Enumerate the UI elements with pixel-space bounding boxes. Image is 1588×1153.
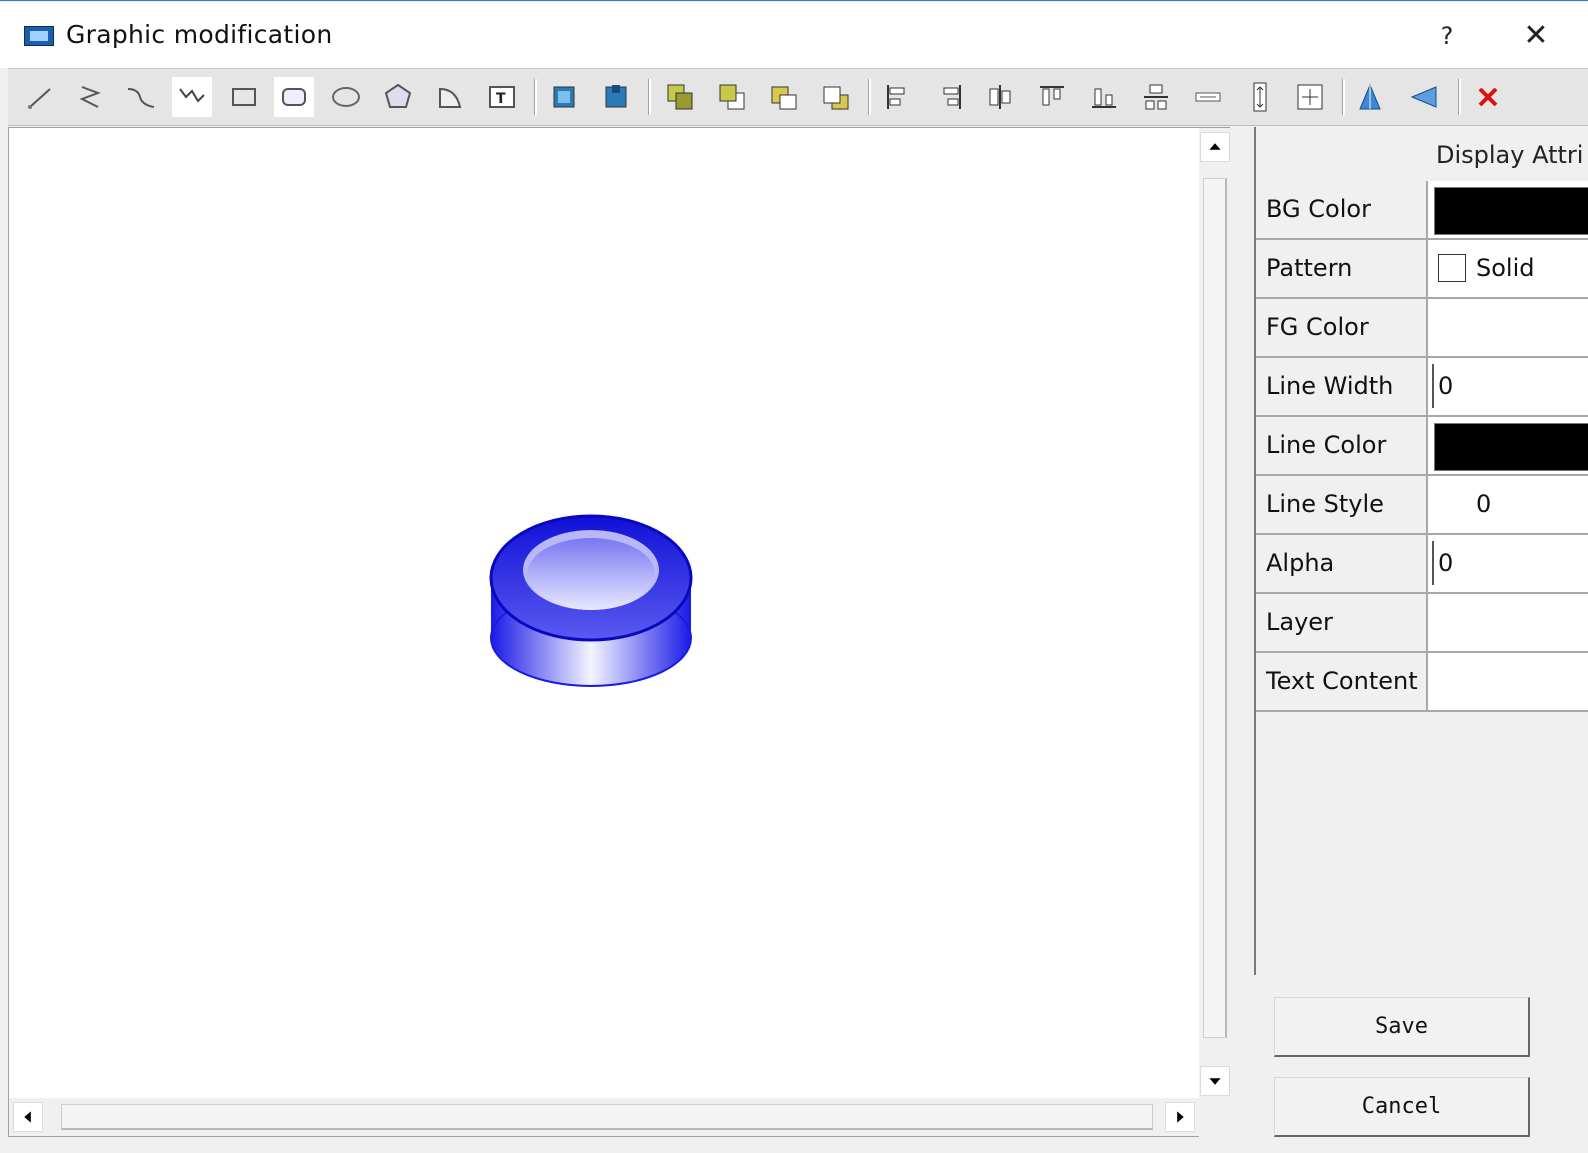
- line-tool-icon[interactable]: [20, 77, 60, 117]
- line-color-swatch[interactable]: [1434, 423, 1588, 471]
- panel-header: Display Attri: [1426, 127, 1588, 181]
- flip-horizontal-icon[interactable]: [1404, 77, 1444, 117]
- line-width-input[interactable]: 0: [1438, 372, 1453, 400]
- same-width-icon[interactable]: [1188, 77, 1228, 117]
- align-center-vertical-icon[interactable]: [1136, 77, 1176, 117]
- cancel-button[interactable]: Cancel: [1274, 1077, 1530, 1137]
- layer-value[interactable]: [1428, 594, 1588, 653]
- help-button[interactable]: ?: [1432, 18, 1462, 54]
- app-icon: [24, 26, 54, 46]
- bring-front-icon[interactable]: [660, 77, 700, 117]
- prop-row-line-color[interactable]: Line Color: [1256, 417, 1588, 476]
- prop-label: Pattern: [1266, 254, 1353, 282]
- text-content-value[interactable]: [1428, 653, 1588, 712]
- pattern-value: Solid: [1476, 254, 1535, 282]
- scroll-up-button[interactable]: [1200, 132, 1230, 162]
- prop-row-line-width[interactable]: Line Width 0: [1256, 358, 1588, 417]
- align-top-icon[interactable]: [1032, 77, 1072, 117]
- prop-label: FG Color: [1266, 313, 1369, 341]
- close-button[interactable]: ✕: [1516, 18, 1556, 54]
- same-height-icon[interactable]: [1240, 77, 1280, 117]
- prop-row-alpha[interactable]: Alpha 0: [1256, 535, 1588, 594]
- same-size-icon[interactable]: [1290, 77, 1330, 117]
- cylinder-button-shape[interactable]: [489, 514, 693, 687]
- prop-label: Text Content: [1266, 667, 1418, 695]
- graphic-modification-dialog: Graphic modification ? ✕ T Display Attri…: [0, 0, 1588, 1153]
- delete-icon[interactable]: [1468, 77, 1508, 117]
- prop-label: Line Color: [1266, 431, 1387, 459]
- prop-row-text-content[interactable]: Text Content: [1256, 653, 1588, 712]
- svg-text:T: T: [496, 91, 506, 107]
- drawing-canvas[interactable]: [9, 128, 1197, 1098]
- align-left-icon[interactable]: [878, 77, 918, 117]
- prop-label: Alpha: [1266, 549, 1335, 577]
- prop-row-line-style[interactable]: Line Style 0: [1256, 476, 1588, 535]
- prop-row-bg-color[interactable]: BG Color: [1256, 181, 1588, 240]
- prop-label: BG Color: [1266, 195, 1371, 223]
- prop-label: Layer: [1266, 608, 1333, 636]
- fg-color-value[interactable]: [1428, 299, 1588, 358]
- flip-vertical-icon[interactable]: [1350, 77, 1390, 117]
- bg-color-swatch[interactable]: [1434, 187, 1588, 235]
- pattern-checkbox[interactable]: [1438, 254, 1466, 282]
- save-button[interactable]: Save: [1274, 997, 1530, 1057]
- image-tool-icon[interactable]: [544, 77, 584, 117]
- send-backward-icon[interactable]: [816, 77, 856, 117]
- prop-label: Line Width: [1266, 372, 1394, 400]
- prop-row-layer[interactable]: Layer: [1256, 594, 1588, 653]
- vertical-scroll-thumb[interactable]: [1203, 178, 1227, 1038]
- vertical-scrollbar[interactable]: [1199, 128, 1231, 1138]
- scroll-right-button[interactable]: [1165, 1102, 1195, 1132]
- align-center-horizontal-icon[interactable]: [980, 77, 1020, 117]
- toolbar: T: [8, 68, 1588, 126]
- canvas-svg: [489, 514, 693, 687]
- property-panel: Display Attri BG Color Pattern Solid FG …: [1254, 127, 1588, 975]
- text-tool-icon[interactable]: T: [482, 77, 522, 117]
- horizontal-scroll-thumb[interactable]: [61, 1104, 1153, 1130]
- send-back-icon[interactable]: [712, 77, 752, 117]
- prop-label: Line Style: [1266, 490, 1384, 518]
- polygon-tool-icon[interactable]: [378, 77, 418, 117]
- arc-tool-icon[interactable]: [430, 77, 470, 117]
- curve-tool-icon[interactable]: [120, 77, 160, 117]
- drawing-area: [8, 127, 1231, 1138]
- scroll-down-button[interactable]: [1200, 1066, 1230, 1096]
- bring-forward-icon[interactable]: [764, 77, 804, 117]
- line-style-value[interactable]: 0: [1476, 490, 1491, 518]
- prop-row-fg-color[interactable]: FG Color: [1256, 299, 1588, 358]
- picture-tool-icon[interactable]: [596, 77, 636, 117]
- title-bar: Graphic modification ? ✕: [0, 2, 1588, 68]
- align-bottom-icon[interactable]: [1084, 77, 1124, 117]
- prop-row-pattern[interactable]: Pattern Solid: [1256, 240, 1588, 299]
- horizontal-scrollbar[interactable]: [9, 1098, 1199, 1136]
- rounded-rect-tool-icon[interactable]: [274, 77, 314, 117]
- scroll-left-button[interactable]: [13, 1102, 43, 1132]
- alpha-input[interactable]: 0: [1438, 549, 1453, 577]
- polyline-tool-icon[interactable]: [70, 77, 110, 117]
- align-right-icon[interactable]: [930, 77, 970, 117]
- panel-header-label: Display Attri: [1436, 141, 1584, 169]
- zigzag-tool-icon[interactable]: [172, 77, 212, 117]
- rectangle-tool-icon[interactable]: [224, 77, 264, 117]
- ellipse-tool-icon[interactable]: [326, 77, 366, 117]
- window-title: Graphic modification: [66, 20, 333, 49]
